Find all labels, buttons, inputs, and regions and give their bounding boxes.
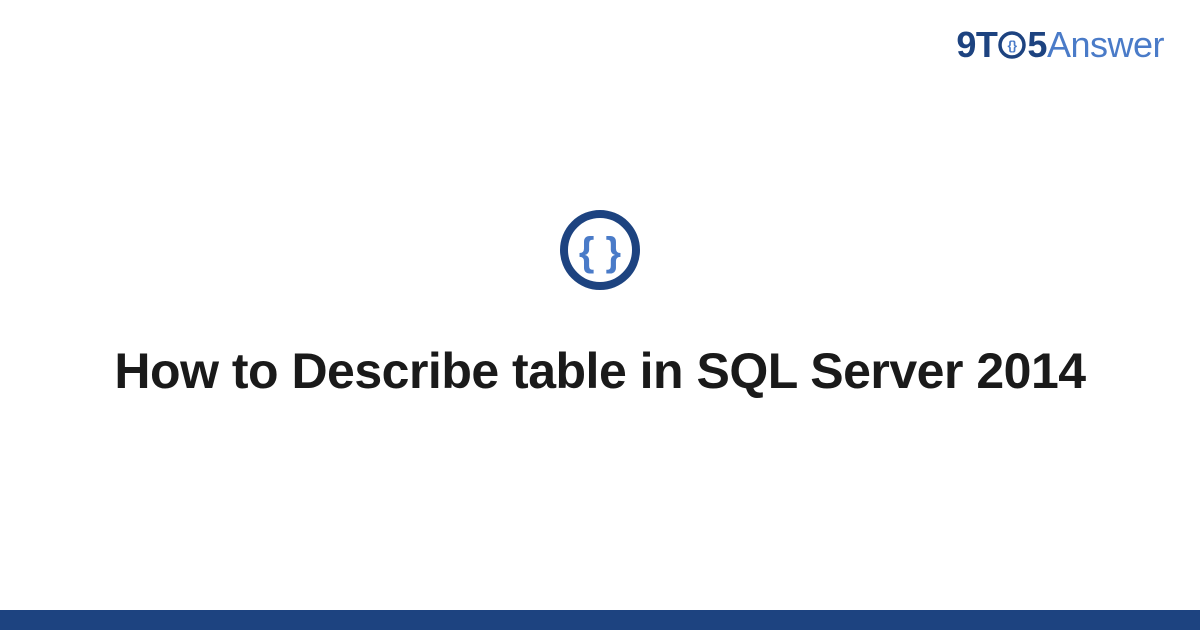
code-braces-icon: { } [558,208,642,292]
svg-text:{ }: { } [579,230,621,274]
footer-accent-bar [0,610,1200,630]
page-title: How to Describe table in SQL Server 2014 [114,340,1085,403]
main-content: { } How to Describe table in SQL Server … [0,0,1200,610]
